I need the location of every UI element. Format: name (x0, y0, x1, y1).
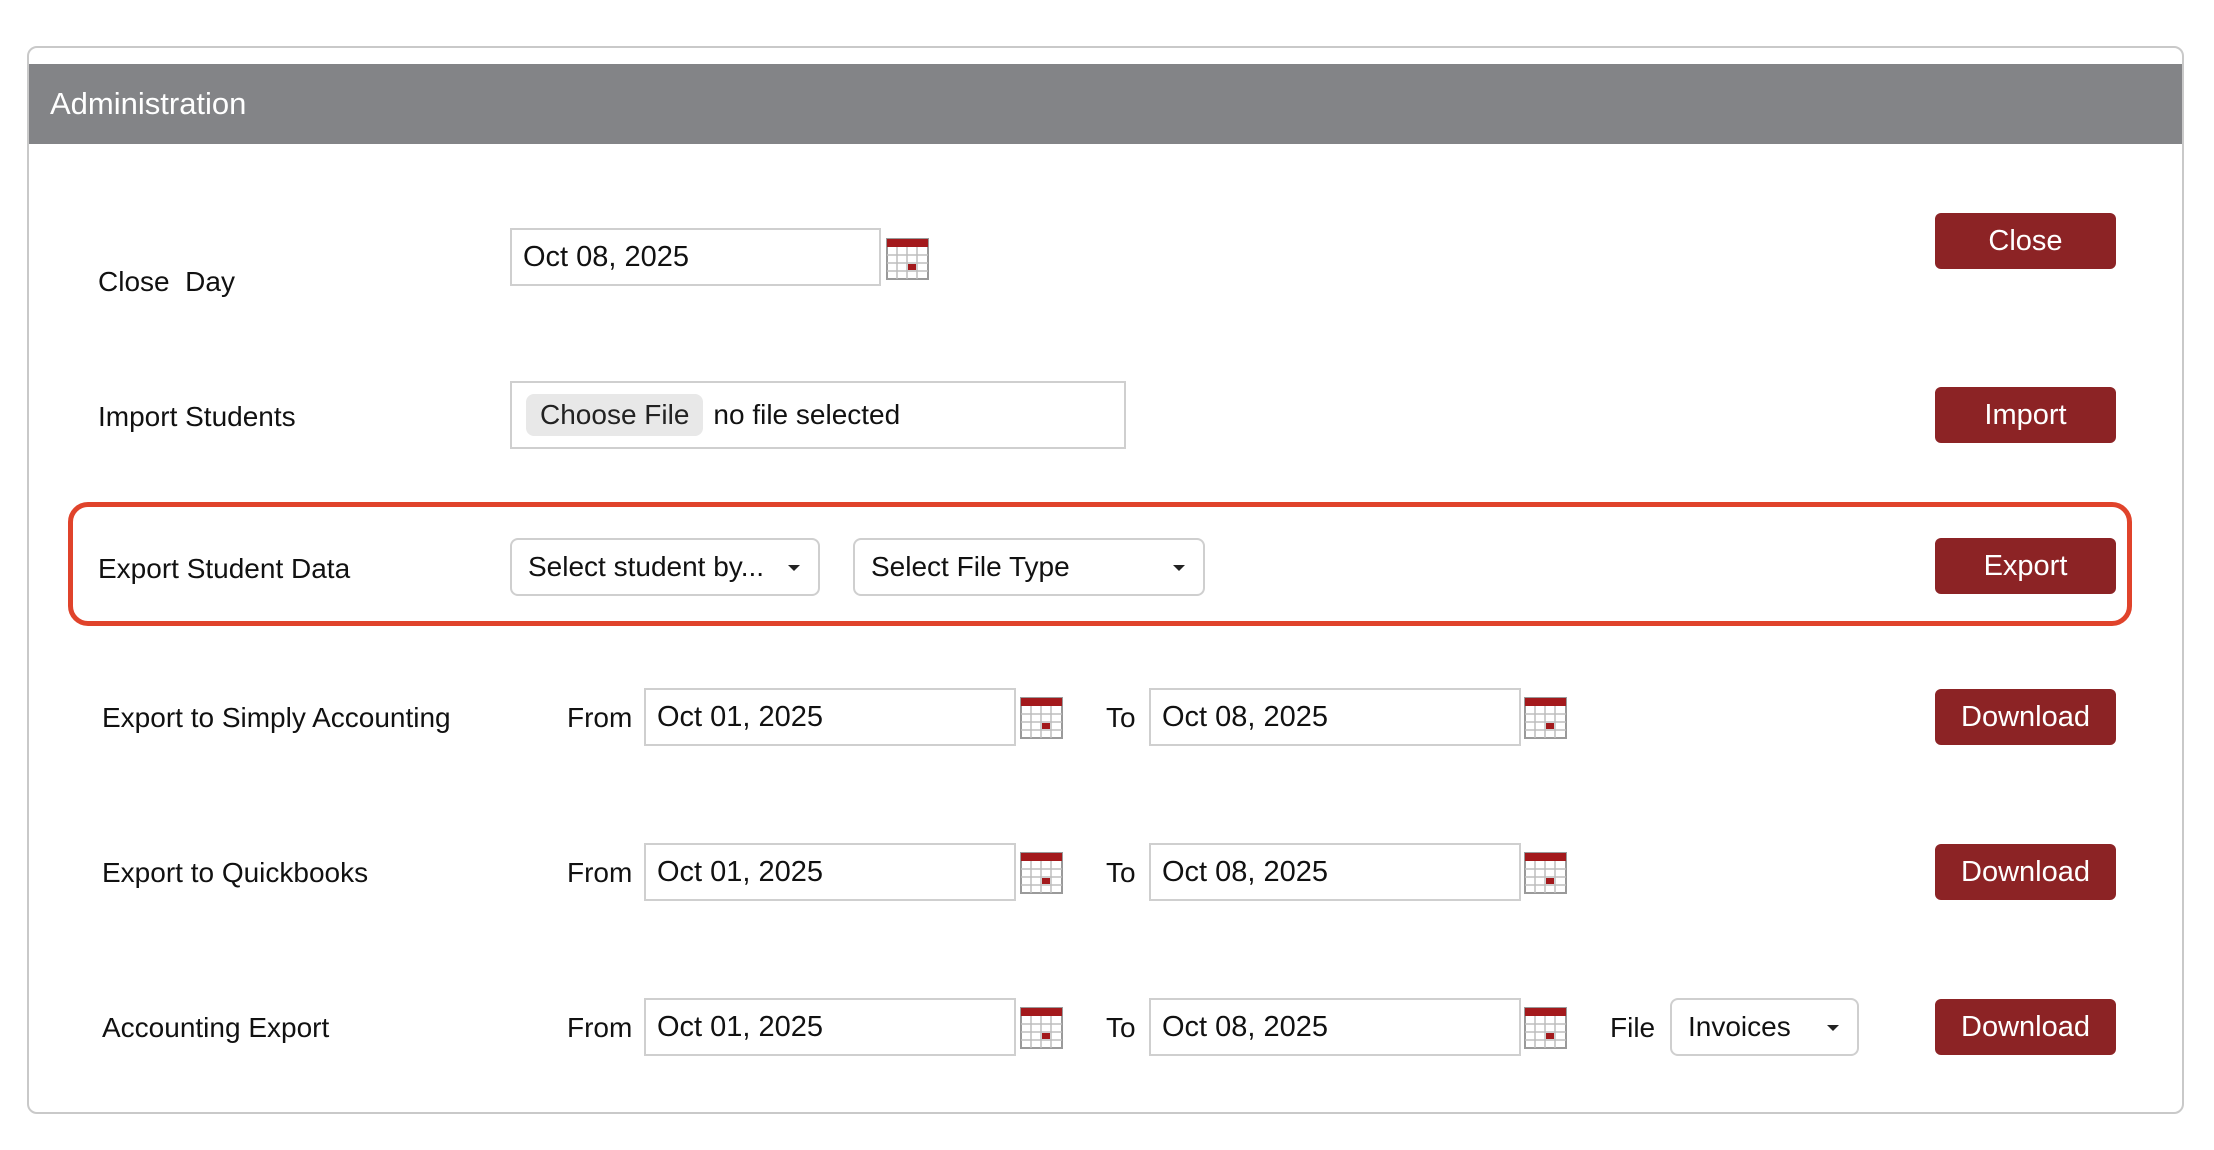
calendar-icon[interactable] (1524, 1007, 1567, 1049)
select-file-type-dropdown[interactable]: Select File Type (853, 538, 1205, 596)
export-button[interactable]: Export (1935, 538, 2116, 594)
from-label: From (567, 1012, 633, 1043)
from-label: From (567, 857, 633, 888)
panel-header: Administration (29, 64, 2182, 144)
calendar-icon[interactable] (886, 238, 929, 280)
file-select-dropdown[interactable]: Invoices (1670, 998, 1859, 1056)
file-label: File (1610, 1012, 1656, 1043)
download-quickbooks-button[interactable]: Download (1935, 844, 2116, 900)
select-student-value: Select student by... (528, 551, 765, 582)
select-file-type-value: Select File Type (871, 551, 1070, 582)
calendar-icon[interactable] (1020, 697, 1063, 739)
caret-down-icon (788, 565, 800, 571)
calendar-icon[interactable] (1020, 852, 1063, 894)
file-input[interactable]: Choose File no file selected (510, 381, 1126, 449)
accounting-from-date-input[interactable] (644, 998, 1016, 1056)
import-students-label: Import Students (98, 401, 296, 432)
caret-down-icon (1173, 565, 1185, 571)
close-day-label: Close Day (98, 266, 235, 297)
from-label: From (567, 702, 633, 733)
to-label: To (1106, 1012, 1136, 1043)
to-label: To (1106, 702, 1136, 733)
file-status-text: no file selected (713, 399, 901, 430)
select-student-dropdown[interactable]: Select student by... (510, 538, 820, 596)
download-simply-button[interactable]: Download (1935, 689, 2116, 745)
file-select-value: Invoices (1688, 1011, 1791, 1042)
to-label: To (1106, 857, 1136, 888)
choose-file-button[interactable]: Choose File (526, 394, 704, 436)
close-day-date-input[interactable] (510, 228, 881, 286)
download-accounting-button[interactable]: Download (1935, 999, 2116, 1055)
import-button[interactable]: Import (1935, 387, 2116, 443)
simply-from-date-input[interactable] (644, 688, 1016, 746)
export-student-data-label: Export Student Data (98, 553, 351, 584)
export-simply-label: Export to Simply Accounting (102, 702, 451, 733)
quickbooks-to-date-input[interactable] (1149, 843, 1521, 901)
panel-title: Administration (50, 86, 247, 121)
accounting-to-date-input[interactable] (1149, 998, 1521, 1056)
calendar-icon[interactable] (1524, 852, 1567, 894)
caret-down-icon (1827, 1025, 1839, 1031)
calendar-icon[interactable] (1020, 1007, 1063, 1049)
quickbooks-from-date-input[interactable] (644, 843, 1016, 901)
close-button[interactable]: Close (1935, 213, 2116, 269)
calendar-icon[interactable] (1524, 697, 1567, 739)
simply-to-date-input[interactable] (1149, 688, 1521, 746)
accounting-export-label: Accounting Export (102, 1012, 330, 1043)
export-quickbooks-label: Export to Quickbooks (102, 857, 369, 888)
